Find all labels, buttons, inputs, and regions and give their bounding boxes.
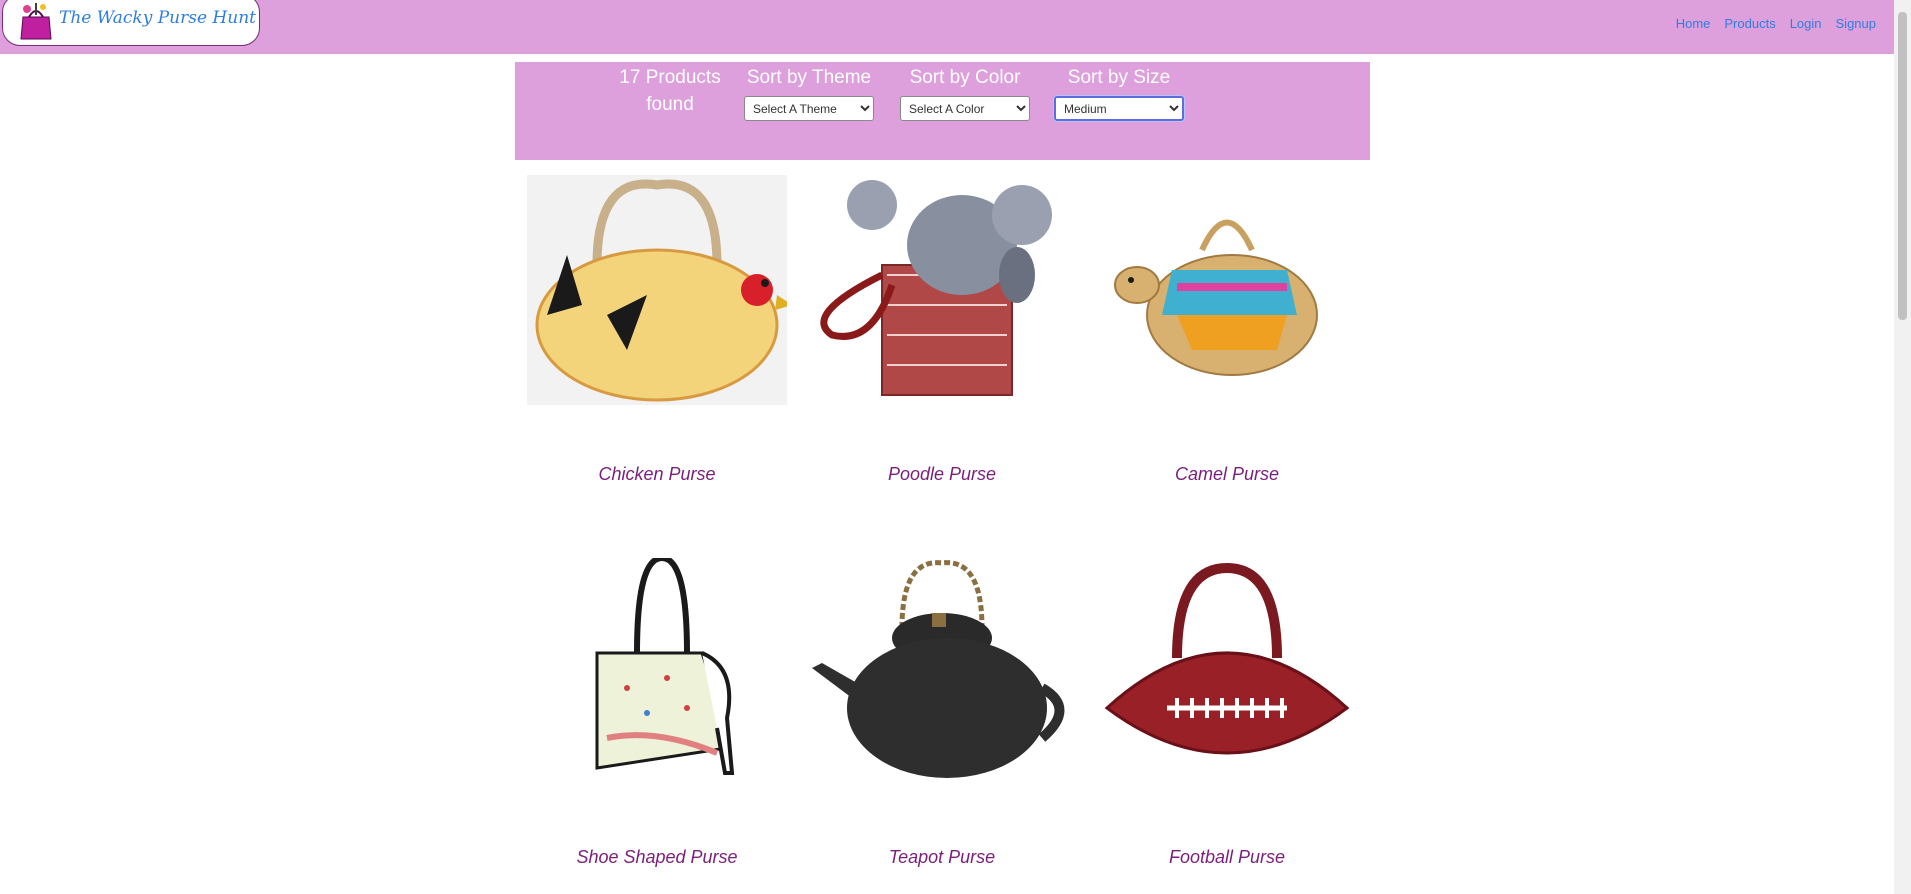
color-select[interactable]: Select A Color — [900, 96, 1030, 121]
product-count: 17 Products found — [619, 67, 721, 115]
brand-title: The Wacky Purse Hunt — [59, 8, 256, 28]
size-filter-label: Sort by Size — [1067, 67, 1171, 88]
filter-bar: 17 Products found Sort by Theme Select A… — [515, 62, 1370, 160]
product-name[interactable]: Camel Purse — [1087, 464, 1367, 485]
size-filter: Sort by Size Medium — [1053, 64, 1185, 122]
football-purse-image[interactable] — [1097, 558, 1357, 788]
theme-select[interactable]: Select A Theme — [744, 96, 874, 121]
product-card[interactable]: Poodle Purse — [802, 175, 1082, 485]
nav-signup-link[interactable]: Signup — [1836, 16, 1876, 31]
nav-home-link[interactable]: Home — [1676, 16, 1711, 31]
purse-logo-icon — [20, 3, 52, 40]
product-name[interactable]: Poodle Purse — [802, 464, 1082, 485]
product-name[interactable]: Shoe Shaped Purse — [517, 847, 797, 868]
product-card[interactable]: Shoe Shaped Purse — [517, 554, 797, 868]
page-scrollbar[interactable] — [1894, 0, 1911, 894]
nav-links: Home Products Login Signup — [1676, 16, 1876, 31]
color-filter: Sort by Color Select A Color — [900, 64, 1030, 121]
theme-filter-label: Sort by Theme — [746, 67, 872, 88]
shoe-purse-image[interactable] — [527, 554, 787, 788]
poodle-purse-image[interactable] — [812, 175, 1072, 405]
nav-login-link[interactable]: Login — [1790, 16, 1822, 31]
product-card[interactable]: Camel Purse — [1087, 175, 1367, 485]
top-navbar: The Wacky Purse Hunt Home Products Login… — [0, 0, 1894, 54]
product-name[interactable]: Chicken Purse — [517, 464, 797, 485]
teapot-purse-image[interactable] — [812, 558, 1072, 788]
brand-logo[interactable]: The Wacky Purse Hunt — [2, 0, 260, 46]
camel-purse-image[interactable] — [1097, 175, 1357, 405]
chicken-purse-image[interactable] — [527, 175, 792, 405]
theme-filter: Sort by Theme Select A Theme — [744, 64, 874, 121]
product-name[interactable]: Teapot Purse — [802, 847, 1082, 868]
nav-products-link[interactable]: Products — [1724, 16, 1775, 31]
color-filter-label: Sort by Color — [909, 67, 1021, 88]
product-card[interactable]: Chicken Purse — [517, 175, 797, 485]
product-card[interactable]: Teapot Purse — [802, 558, 1082, 868]
scroll-thumb[interactable] — [1898, 12, 1907, 320]
product-card[interactable]: Football Purse — [1087, 558, 1367, 868]
product-name[interactable]: Football Purse — [1087, 847, 1367, 868]
size-select[interactable]: Medium — [1053, 95, 1185, 122]
